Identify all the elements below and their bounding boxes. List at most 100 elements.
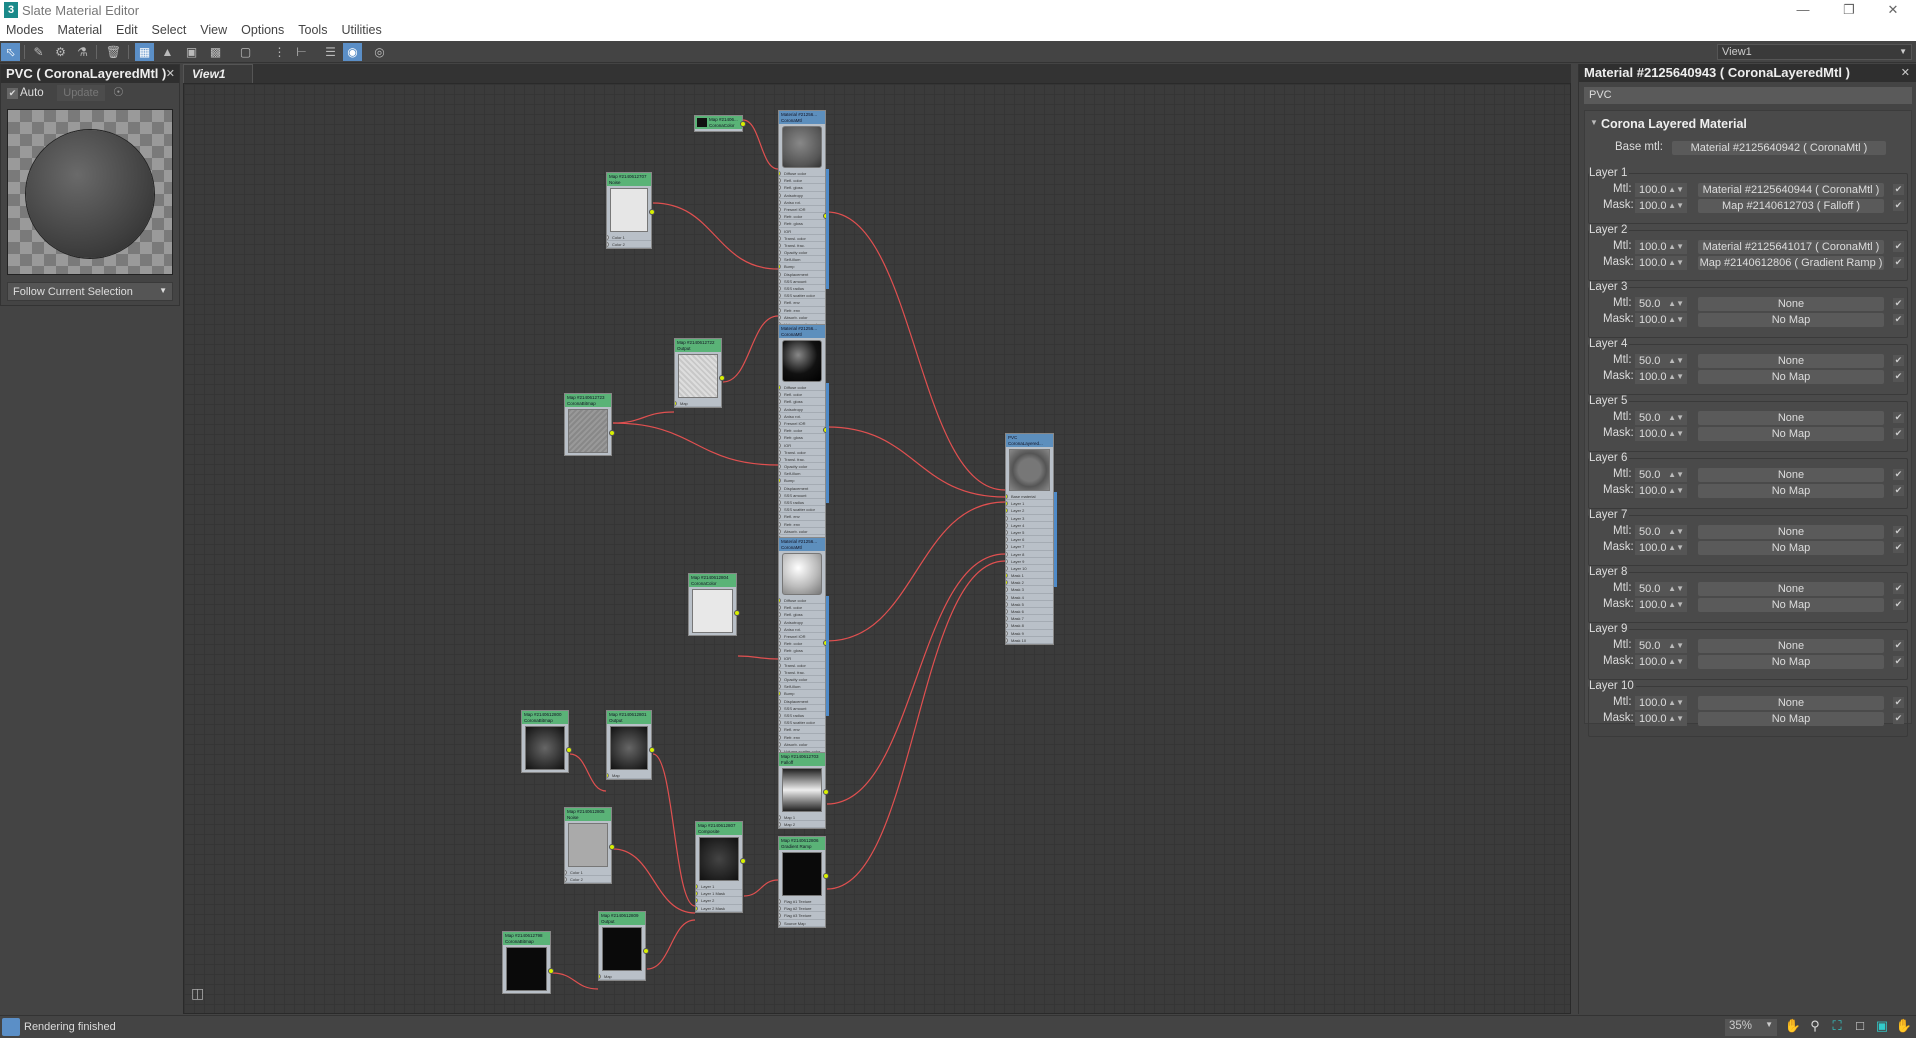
eyedropper-icon[interactable]: ✎ xyxy=(29,43,48,61)
output-socket[interactable] xyxy=(566,747,572,753)
node-wire[interactable] xyxy=(652,202,779,270)
input-port[interactable]: Layer 2 xyxy=(696,897,742,905)
node-header[interactable]: Map #2140612723 CoronaBitmap xyxy=(565,394,611,407)
port-socket[interactable] xyxy=(779,713,781,718)
update-button[interactable]: Update xyxy=(57,85,105,101)
port-socket[interactable] xyxy=(779,899,781,904)
input-port[interactable]: Refl. gloss xyxy=(779,611,825,619)
port-socket[interactable] xyxy=(779,684,781,690)
mask-amount-spinner[interactable]: 100.0 ▲▼ xyxy=(1635,199,1687,213)
spinner-arrows-icon[interactable]: ▲▼ xyxy=(1668,240,1684,254)
menu-material[interactable]: Material xyxy=(52,22,108,37)
input-port[interactable]: Refl. gloss xyxy=(779,398,825,406)
input-port[interactable]: Layer 2 xyxy=(1006,507,1053,515)
input-port[interactable]: Refr. env xyxy=(779,307,825,314)
spinner-arrows-icon[interactable]: ▲▼ xyxy=(1668,582,1684,596)
port-socket[interactable] xyxy=(1006,558,1008,564)
port-socket[interactable] xyxy=(779,399,781,405)
input-port[interactable]: Diffuse color xyxy=(779,170,825,178)
port-socket[interactable] xyxy=(1006,508,1008,514)
layer-mtl-checkbox[interactable]: ✔ xyxy=(1893,583,1904,594)
input-port[interactable]: Refr. env xyxy=(779,734,825,741)
menu-modes[interactable]: Modes xyxy=(0,22,50,37)
output-socket[interactable] xyxy=(740,121,746,127)
port-socket[interactable] xyxy=(675,401,677,406)
port-socket[interactable] xyxy=(779,293,781,299)
mask-amount-spinner[interactable]: 100.0 ▲▼ xyxy=(1635,541,1687,555)
node-wire[interactable] xyxy=(826,553,1006,805)
spinner-arrows-icon[interactable]: ▲▼ xyxy=(1668,712,1684,726)
input-port[interactable]: Anisotropy xyxy=(779,192,825,199)
port-socket[interactable] xyxy=(696,884,698,889)
node-header[interactable]: Map #2140612801 Output xyxy=(607,711,651,724)
menu-edit[interactable]: Edit xyxy=(110,22,144,37)
node-pvc[interactable]: PVC CoronaLayered... Base material Layer 1L… xyxy=(1005,433,1057,645)
port-socket[interactable] xyxy=(779,677,781,683)
port-socket[interactable] xyxy=(1006,580,1008,586)
port-socket[interactable] xyxy=(1006,609,1008,614)
port-socket[interactable] xyxy=(779,178,781,184)
layout-children-icon[interactable]: ⊢ xyxy=(292,43,311,61)
spinner-arrows-icon[interactable]: ▲▼ xyxy=(1668,525,1684,539)
layer-mtl-button[interactable]: None xyxy=(1698,411,1884,425)
input-port[interactable]: Opacity color xyxy=(779,463,825,471)
hide-unused-slots-icon[interactable]: ▲ xyxy=(158,43,177,61)
input-port[interactable]: Refl. env xyxy=(779,299,825,307)
spinner-arrows-icon[interactable]: ▲▼ xyxy=(1668,427,1684,441)
show-map-in-viewport-icon[interactable]: ▣ xyxy=(182,43,201,61)
input-port[interactable]: Aniso rot. xyxy=(779,413,825,420)
input-port[interactable]: Mask 1 xyxy=(1006,572,1053,580)
input-port[interactable]: Transl. frac. xyxy=(779,242,825,250)
menu-tools[interactable]: Tools xyxy=(292,22,333,37)
port-socket[interactable] xyxy=(779,228,781,234)
port-socket[interactable] xyxy=(779,413,781,419)
spinner-arrows-icon[interactable]: ▲▼ xyxy=(1668,598,1684,612)
input-port[interactable]: Refr. env xyxy=(779,521,825,528)
node-collapse-bar[interactable] xyxy=(1054,492,1057,587)
port-socket[interactable] xyxy=(779,206,781,212)
port-socket[interactable] xyxy=(779,734,781,740)
port-socket[interactable] xyxy=(779,286,781,291)
layer-mtl-button[interactable]: None xyxy=(1698,696,1884,710)
port-socket[interactable] xyxy=(779,471,781,477)
input-port[interactable]: Displacement xyxy=(779,271,825,278)
move-children-icon[interactable]: ▦ xyxy=(135,43,154,61)
node-wire[interactable] xyxy=(646,919,696,970)
mask-amount-spinner[interactable]: 100.0 ▲▼ xyxy=(1635,370,1687,384)
input-port[interactable]: Refr. color xyxy=(779,213,825,221)
input-port[interactable]: Flag #3 Texture xyxy=(779,912,825,920)
layer-mask-button[interactable]: No Map xyxy=(1698,427,1884,441)
input-port[interactable]: Bump xyxy=(779,263,825,271)
port-socket[interactable] xyxy=(779,456,781,462)
layer-mtl-checkbox[interactable]: ✔ xyxy=(1893,640,1904,651)
input-port[interactable]: Fresnel IOR xyxy=(779,633,825,641)
mtl-amount-spinner[interactable]: 100.0 ▲▼ xyxy=(1635,183,1687,197)
node-wire[interactable] xyxy=(551,972,599,990)
port-socket[interactable] xyxy=(1006,522,1008,528)
node-header[interactable]: Map #2140612798 CoronaBitmap xyxy=(503,932,550,945)
input-port[interactable]: Color 1 xyxy=(607,234,651,242)
node-wire[interactable] xyxy=(742,119,779,170)
view-selector-dropdown[interactable]: View1 ▼ xyxy=(1717,44,1912,60)
port-socket[interactable] xyxy=(779,655,781,661)
port-socket[interactable] xyxy=(779,720,781,726)
input-port[interactable]: SSS amount xyxy=(779,705,825,712)
node-wire[interactable] xyxy=(652,753,696,907)
node-color2[interactable]: Map #2140612804 CoronaColor xyxy=(688,573,740,636)
port-socket[interactable] xyxy=(779,641,781,647)
input-port[interactable]: Diffuse color xyxy=(779,384,825,392)
port-socket[interactable] xyxy=(1006,529,1008,535)
port-socket[interactable] xyxy=(599,974,601,979)
spinner-arrows-icon[interactable]: ▲▼ xyxy=(1668,655,1684,669)
output-socket[interactable] xyxy=(609,430,615,436)
layer-mask-button[interactable]: No Map xyxy=(1698,370,1884,384)
input-port[interactable]: Transl. color xyxy=(779,449,825,456)
input-port[interactable]: SSS radius xyxy=(779,285,825,293)
tab-view1[interactable]: View1 xyxy=(183,64,253,83)
delete-icon[interactable]: 🗑 xyxy=(104,43,123,61)
port-socket[interactable] xyxy=(779,420,781,426)
input-port[interactable]: SSS scatter color xyxy=(779,292,825,300)
input-port[interactable]: Mask 3 xyxy=(1006,586,1053,594)
select-tool-icon[interactable]: ⬁ xyxy=(1,43,20,61)
input-port[interactable]: Flag #2 Texture xyxy=(779,905,825,913)
